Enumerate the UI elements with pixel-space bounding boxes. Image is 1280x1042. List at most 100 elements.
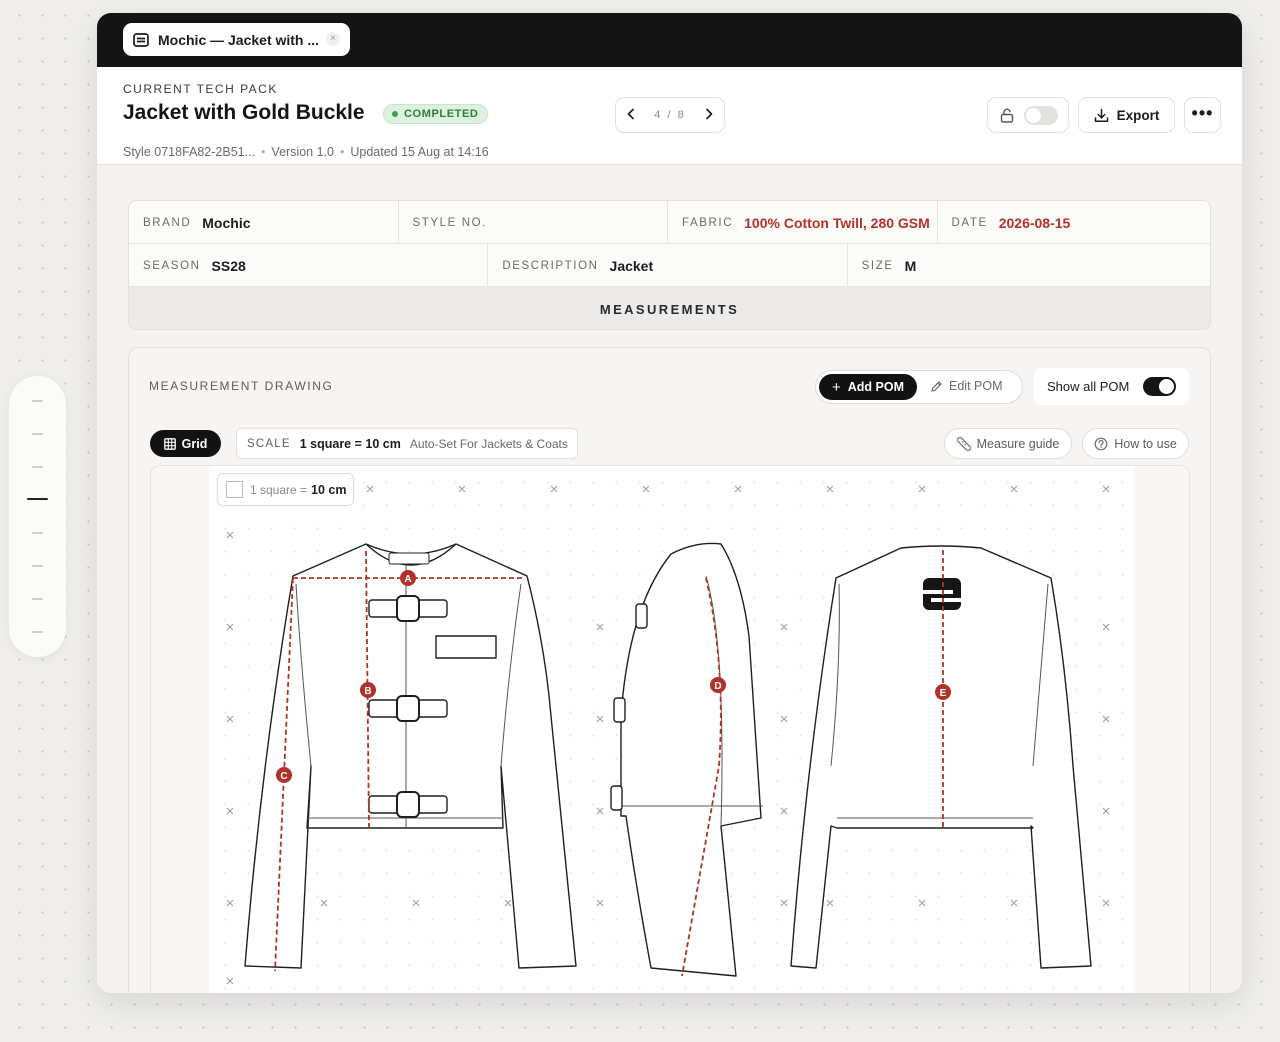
meta-line: Style 0718FA82-2B51... • Version 1.0 • Updat… [123, 145, 489, 159]
version-label: Version 1.0 [271, 145, 334, 159]
tab-tech-pack[interactable]: Mochic — Jacket with ... × [123, 23, 350, 56]
pencil-icon [930, 380, 943, 393]
zoom-tick-active[interactable] [27, 498, 48, 500]
jacket-sketch: A B C D E [226, 485, 1110, 985]
ruler-icon [956, 436, 971, 451]
export-button[interactable]: Export [1078, 97, 1175, 133]
measurement-drawing-card: MEASUREMENT DRAWING + Add POM Edit POM S… [128, 347, 1211, 993]
season-label: SEASON [143, 259, 201, 272]
status-label: COMPLETED [404, 108, 479, 120]
info-style-no[interactable]: STYLE NO. [399, 201, 668, 244]
size-label: SIZE [861, 259, 894, 272]
tab-title: Mochic — Jacket with ... [158, 31, 320, 48]
zoom-rail[interactable] [9, 376, 66, 657]
info-date[interactable]: DATE 2026-08-15 [938, 201, 1211, 244]
add-pom-button[interactable]: + Add POM [819, 374, 917, 400]
buckle-bottom [368, 791, 448, 818]
pom-marker-b[interactable]: B [360, 682, 376, 698]
title-bar: Mochic — Jacket with ... × [97, 13, 1242, 67]
pom-marker-a[interactable]: A [400, 570, 416, 586]
close-icon[interactable]: × [326, 32, 340, 46]
card-title: MEASUREMENT DRAWING [149, 379, 334, 393]
info-brand[interactable]: BRAND Mochic [129, 201, 399, 244]
more-icon[interactable]: ••• [1184, 97, 1221, 133]
zoom-tick[interactable] [32, 532, 43, 534]
show-all-pom-label: Show all POM [1047, 379, 1130, 394]
drawing-canvas[interactable]: A B C D E 1 square = 10 cm [150, 465, 1190, 993]
how-to-use-button[interactable]: How to use [1082, 428, 1189, 459]
info-description[interactable]: DESCRIPTION Jacket [488, 244, 848, 287]
scale-value: 1 square = 10 cm [299, 436, 401, 451]
zoom-tick[interactable] [32, 466, 43, 468]
buckle-top [368, 595, 448, 622]
zoom-tick[interactable] [32, 598, 43, 600]
updated-label: Updated 15 Aug at 14:16 [350, 145, 489, 159]
pom-label-a: A [404, 574, 411, 585]
page-eyebrow: CURRENT TECH PACK [123, 82, 278, 96]
zoom-tick[interactable] [32, 400, 43, 402]
status-badge: COMPLETED [383, 104, 489, 124]
style-id: Style 0718FA82-2B51... [123, 145, 256, 159]
document-icon [133, 32, 149, 47]
lock-switch[interactable] [1024, 106, 1058, 125]
help-circle-icon [1094, 437, 1108, 451]
info-season[interactable]: SEASON SS28 [129, 244, 489, 287]
brand-logo [923, 578, 961, 610]
chevron-left-icon[interactable] [626, 107, 636, 124]
pom-marker-e[interactable]: E [935, 684, 951, 700]
scale-note: Auto-Set For Jackets & Coats [409, 436, 568, 451]
pom-marker-d[interactable]: D [710, 677, 726, 693]
pom-label-b: B [364, 686, 371, 697]
plus-icon: + [831, 378, 841, 396]
switch-knob [1159, 379, 1174, 394]
zoom-tick[interactable] [32, 565, 43, 567]
section-measurements[interactable]: MEASUREMENTS [129, 287, 1210, 329]
meta-separator: • [261, 145, 266, 159]
lock-icon [1000, 108, 1014, 128]
show-all-pom-toggle[interactable]: Show all POM [1034, 368, 1189, 405]
scale-selector[interactable]: SCALE 1 square = 10 cm Auto-Set For Jack… [236, 428, 578, 459]
add-pom-label: Add POM [847, 380, 904, 394]
pom-label-c: C [280, 771, 287, 782]
page-header: CURRENT TECH PACK Jacket with Gold Buckl… [97, 67, 1242, 165]
download-icon [1094, 108, 1109, 123]
measure-guide-label: Measure guide [976, 436, 1060, 451]
buckle-middle [368, 695, 448, 722]
zoom-tick[interactable] [32, 433, 43, 435]
date-label: DATE [951, 216, 988, 229]
grid-button[interactable]: Grid [150, 430, 221, 457]
tech-pack-info: BRAND Mochic STYLE NO. FABRIC 100% Cotto… [128, 200, 1211, 330]
date-value: 2026-08-15 [998, 214, 1071, 231]
pom-label-d: D [714, 681, 721, 692]
grid-label: Grid [181, 436, 208, 451]
export-label: Export [1116, 107, 1160, 123]
edit-pom-label: Edit POM [949, 379, 1003, 393]
pom-mode-group: + Add POM Edit POM [815, 370, 1023, 404]
how-to-use-label: How to use [1114, 436, 1177, 451]
info-fabric[interactable]: FABRIC 100% Cotton Twill, 280 GSM [668, 201, 938, 244]
pager: 4 / 8 [615, 97, 725, 133]
chevron-right-icon[interactable] [704, 107, 714, 124]
pom-marker-c[interactable]: C [276, 767, 292, 783]
lock-toggle[interactable] [987, 97, 1069, 133]
season-value: SS28 [211, 257, 246, 274]
side-view [610, 542, 763, 977]
size-value: M [904, 257, 917, 274]
scale-legend[interactable]: 1 square = 10 cm [217, 473, 354, 506]
grid-icon [163, 437, 176, 450]
meta-separator: • [339, 145, 345, 159]
measure-guide-button[interactable]: Measure guide [944, 428, 1072, 459]
show-all-switch[interactable] [1143, 377, 1176, 396]
style-no-label: STYLE NO. [412, 216, 487, 229]
legend-prefix: 1 square = [250, 482, 308, 497]
edit-pom-button[interactable]: Edit POM [930, 379, 1003, 393]
legend-value: 10 cm [311, 482, 347, 497]
app-window: Mochic — Jacket with ... × CURRENT TECH … [97, 13, 1242, 993]
front-view [244, 543, 577, 969]
grid-square-icon [226, 481, 243, 498]
info-size[interactable]: SIZE M [848, 244, 1210, 287]
pom-label-e: E [940, 688, 947, 699]
description-value: Jacket [609, 257, 654, 274]
page-title: Jacket with Gold Buckle [123, 101, 365, 124]
zoom-tick[interactable] [32, 631, 43, 633]
